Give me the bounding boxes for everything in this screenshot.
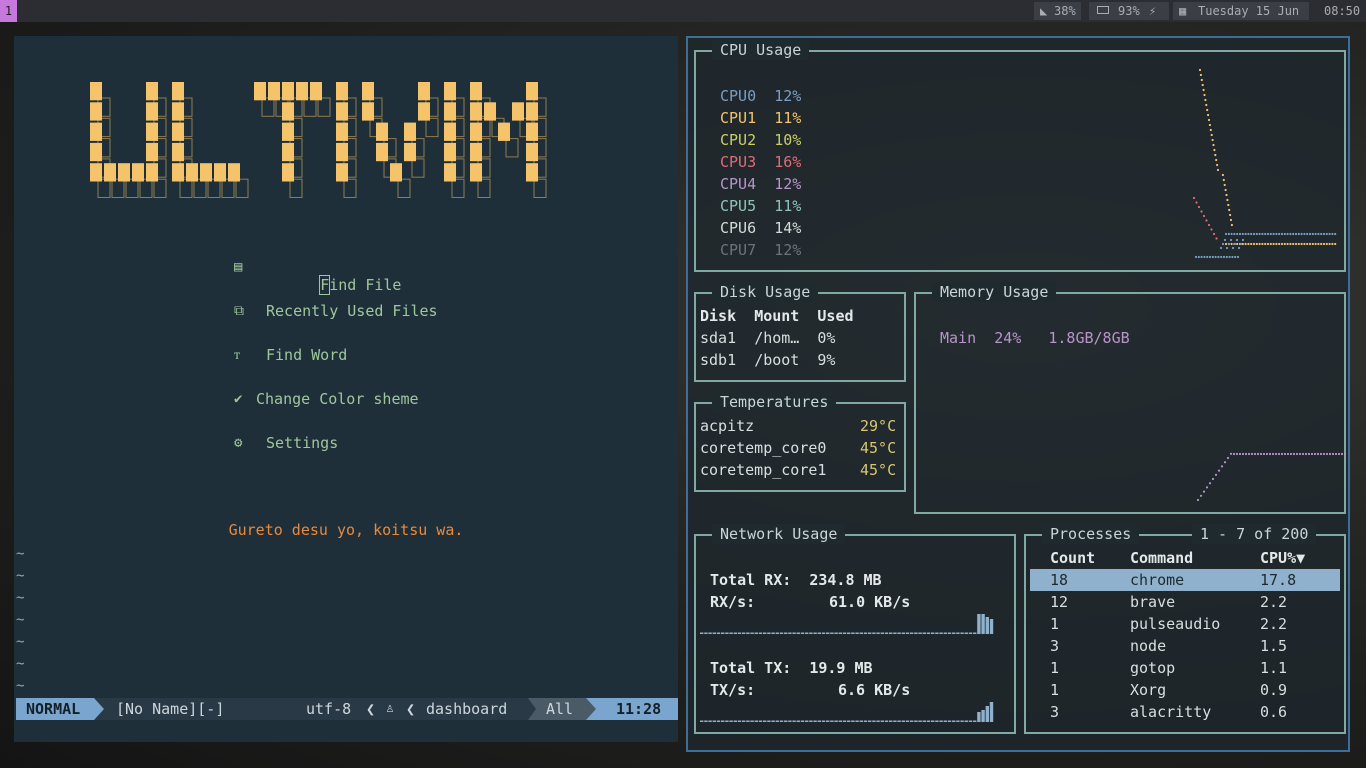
text-icon: ᴛ [234,347,241,363]
empty-line-marker: ~ [16,634,25,650]
battery-value: 93% [1118,4,1140,18]
temperatures-title: Temperatures [712,392,837,412]
gear-icon: ⚙ [234,435,243,451]
calendar-icon: ▦ [1179,4,1187,18]
empty-line-marker: ~ [16,678,25,694]
cpu-legend-row: CPU5 11% [720,197,802,215]
cursor-position: 11:28 [616,700,662,718]
menu-find-word-label: Find Word [266,346,348,364]
processes-panel: Processes 1 - 7 of 200 Count Command CPU… [1024,524,1346,734]
total-tx: Total TX: 19.9 MB [710,659,873,677]
process-header-count[interactable]: Count [1050,547,1095,569]
volume-widget[interactable]: ◣ 38% [1034,2,1081,20]
menu-settings-label: Settings [266,434,339,452]
cpu-legend-row: CPU4 12% [720,175,802,193]
process-header-command[interactable]: Command [1130,547,1193,569]
rx-sparkline [700,614,994,634]
temp-row: acpitz [700,417,755,435]
empty-line-marker: ~ [16,590,25,606]
temp-row: coretemp_core1 [700,461,827,479]
network-usage-title: Network Usage [712,524,846,544]
empty-line-marker: ~ [16,568,25,584]
mode-indicator: NORMAL [16,698,94,720]
temp-row: coretemp_core0 [700,439,827,457]
process-row[interactable]: 1 gotop 1.1 [1030,657,1340,679]
disk-usage-panel: Disk Usage Disk Mount Used sda1 /hom… 0%… [694,282,906,382]
cpu-legend-row: CPU2 10% [720,131,802,149]
dashboard-quote: Gureto desu yo, koitsu wa. [228,521,464,539]
cpu-usage-title: CPU Usage [712,40,810,60]
file-icon: ▤ [234,259,243,275]
empty-line-marker: ~ [16,612,25,628]
plug-icon: ⚡ [1149,4,1157,18]
disk-row: sdb1 /boot 9% [700,351,836,369]
process-row[interactable]: 12 brave 2.2 [1030,591,1340,613]
temp-value: 29°C [860,417,897,435]
menu-recent-files-label: Recently Used Files [266,302,438,320]
battery-widget[interactable]: 93% ⚡ [1089,2,1169,20]
linux-icon: ♙ [386,701,394,716]
temp-value: 45°C [860,461,897,479]
empty-line-marker: ~ [16,546,25,562]
processes-range: 1 - 7 of 200 [1192,524,1317,544]
cpu-legend-row: CPU0 12% [720,87,802,105]
cpu-legend-row: CPU1 11% [720,109,802,127]
volume-value: 38% [1054,4,1076,18]
process-row[interactable]: 3 alacritty 0.6 [1030,701,1340,723]
disk-usage-title: Disk Usage [712,282,819,302]
process-row[interactable]: 1 pulseaudio 2.2 [1030,613,1340,635]
scroll-percent: All [546,700,574,718]
memory-legend: Main 24% 1.8GB/8GB [940,329,1130,347]
cpu-legend-row: CPU7 12% [720,241,802,259]
network-usage-panel: Network Usage Total RX: 234.8 MB RX/s: 6… [694,524,1016,734]
processes-title: Processes [1042,524,1140,544]
total-rx: Total RX: 234.8 MB [710,571,882,589]
brush-icon: ✔ [234,391,243,407]
cpu-legend-row: CPU3 16% [720,153,802,171]
cpu-graph [1192,68,1337,259]
temp-value: 45°C [860,439,897,457]
process-row-selected[interactable]: 18 chrome 17.8 [1030,569,1340,591]
date-value: Tuesday 15 Jun [1198,4,1300,18]
process-header-cpu[interactable]: CPU%▼ [1260,547,1305,569]
memory-usage-panel: Memory Usage Main 24% 1.8GB/8GB [914,282,1346,514]
disk-row: sda1 /hom… 0% [700,329,836,347]
process-row[interactable]: 3 node 1.5 [1030,635,1340,657]
menu-change-colorscheme-label: Change Color sheme [256,390,419,408]
volume-icon: ◣ [1040,4,1048,18]
cpu-legend-row: CPU6 14% [720,219,802,237]
memory-graph [1196,452,1346,502]
date-widget[interactable]: ▦ Tuesday 15 Jun [1173,2,1309,20]
workspace-indicator[interactable]: 1 [0,0,17,22]
clock: 08:50 [1324,4,1361,18]
nvim-window[interactable]: ▤ Find File ⧉ Recently Used Files ᴛ Find… [14,36,678,742]
buffer-name: [No Name][-] [116,700,225,718]
process-row[interactable]: 1 Xorg 0.9 [1030,679,1340,701]
cpu-usage-panel: CPU Usage CPU0 12% CPU1 11% CPU2 10% CPU… [694,40,1346,272]
gotop-window[interactable]: CPU Usage CPU0 12% CPU1 11% CPU2 10% CPU… [686,36,1350,752]
file-type: dashboard [426,700,508,718]
file-encoding: utf-8 [306,700,352,718]
recent-files-icon: ⧉ [234,303,244,319]
statusline: NORMAL [No Name][-] utf-8 ❮ ♙ ❮ dashboar… [16,698,678,720]
cursor: F [319,275,331,295]
disk-header-row: Disk Mount Used [700,307,854,325]
memory-usage-title: Memory Usage [932,282,1057,302]
ultivim-logo [90,82,547,198]
battery-icon [1097,6,1109,14]
temperatures-panel: Temperatures acpitz 29°C coretemp_core0 … [694,392,906,492]
menu-find-file-label: ind File [329,276,402,294]
empty-line-marker: ~ [16,656,25,672]
tx-sparkline [700,702,994,722]
